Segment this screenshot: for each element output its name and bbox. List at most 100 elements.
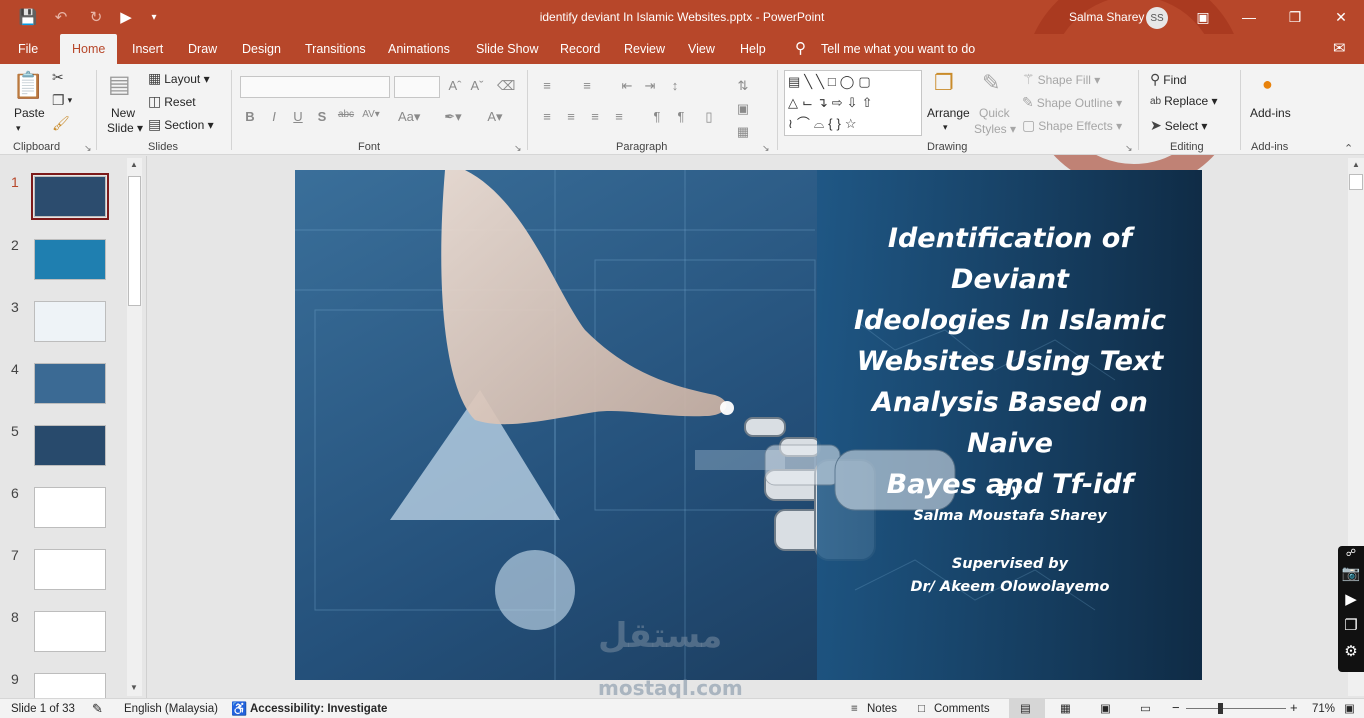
new-slide-button[interactable]: New xyxy=(111,106,135,120)
slide-thumbnail[interactable] xyxy=(34,363,106,404)
bullets-icon[interactable]: ≡ xyxy=(538,78,556,93)
tab-slide-show[interactable]: Slide Show xyxy=(476,34,539,64)
thumbnail-scrollbar[interactable]: ▲ ▼ xyxy=(127,158,142,696)
paragraph-launcher-icon[interactable]: ↘ xyxy=(762,143,770,154)
align-left-icon[interactable]: ≡ xyxy=(538,109,556,124)
paste-icon[interactable]: 📋 xyxy=(12,70,44,101)
italic-icon[interactable]: I xyxy=(265,109,283,124)
underline-icon[interactable]: U xyxy=(289,109,307,124)
zoom-slider-thumb[interactable] xyxy=(1218,703,1223,714)
slide-counter[interactable]: Slide 1 of 33 xyxy=(11,703,75,715)
comments-button[interactable]: Comments xyxy=(934,703,990,715)
tab-home[interactable]: Home xyxy=(60,34,118,64)
link-icon[interactable]: ☍ xyxy=(1338,546,1364,560)
drawing-launcher-icon[interactable]: ↘ xyxy=(1125,143,1133,154)
font-color-icon[interactable]: A▾ xyxy=(486,109,504,125)
replace-button[interactable]: ab Replace ▾ xyxy=(1150,94,1218,108)
slide-thumbnail[interactable] xyxy=(34,611,106,652)
ltr-icon[interactable]: ¶ xyxy=(672,109,690,124)
paste-dropdown-icon[interactable]: ▾ xyxy=(16,123,21,134)
slide-thumbnail[interactable] xyxy=(34,301,106,342)
change-case-icon[interactable]: Aa▾ xyxy=(398,109,420,125)
slide-thumbnail[interactable] xyxy=(34,549,106,590)
smartart-icon[interactable]: ▦ xyxy=(734,124,752,140)
slide-supervisor[interactable]: Dr/ Akeem Olowolayemo xyxy=(825,579,1195,595)
tab-record[interactable]: Record xyxy=(560,34,600,64)
slide-thumbnail[interactable] xyxy=(34,425,106,466)
character-spacing-icon[interactable]: AV▾ xyxy=(362,109,380,120)
font-family-combo[interactable] xyxy=(240,76,390,98)
video-icon[interactable]: ▶ xyxy=(1338,586,1364,612)
copy-icon[interactable]: ❐ ▾ xyxy=(52,92,72,109)
clipboard-launcher-icon[interactable]: ↘ xyxy=(84,143,92,154)
tab-design[interactable]: Design xyxy=(242,34,281,64)
close-icon[interactable]: ✕ xyxy=(1318,0,1364,34)
line-spacing-icon[interactable]: ↕ xyxy=(666,78,684,93)
collapse-ribbon-icon[interactable]: ⌃ xyxy=(1344,142,1353,155)
justify-icon[interactable]: ≡ xyxy=(610,109,628,124)
slide-thumbnail[interactable] xyxy=(31,173,109,220)
columns-icon[interactable]: ▯ xyxy=(700,109,718,125)
accessibility-icon[interactable]: ♿ xyxy=(231,701,247,717)
minimize-icon[interactable]: — xyxy=(1226,0,1272,34)
language-status[interactable]: English (Malaysia) xyxy=(124,703,218,715)
zoom-in-icon[interactable]: + xyxy=(1290,700,1298,715)
slide-title[interactable]: Identification of Deviant Ideologies In I… xyxy=(825,218,1195,505)
clear-formatting-icon[interactable]: ⌫ xyxy=(497,78,515,94)
scroll-thumb[interactable] xyxy=(128,176,141,306)
align-right-icon[interactable]: ≡ xyxy=(586,109,604,124)
align-center-icon[interactable]: ≡ xyxy=(562,109,580,124)
arrange-icon[interactable]: ❐ xyxy=(934,70,954,96)
camera-icon[interactable]: 📷 xyxy=(1338,560,1364,586)
zoom-slider[interactable] xyxy=(1186,708,1286,709)
accessibility-status[interactable]: Accessibility: Investigate xyxy=(250,703,387,715)
notes-button[interactable]: Notes xyxy=(867,703,897,715)
scroll-thumb[interactable] xyxy=(1349,174,1363,190)
decrease-indent-icon[interactable]: ⇤ xyxy=(618,78,636,94)
slide-thumbnail[interactable] xyxy=(34,487,106,528)
arrange-dropdown-icon[interactable]: ▾ xyxy=(943,122,948,133)
increase-indent-icon[interactable]: ⇥ xyxy=(641,78,659,94)
quick-styles-button[interactable]: Quick xyxy=(979,106,1010,120)
reset-button[interactable]: ◫ Reset xyxy=(148,93,196,110)
tab-transitions[interactable]: Transitions xyxy=(305,34,366,64)
find-button[interactable]: ⚲ Find xyxy=(1150,71,1187,88)
layout-button[interactable]: ▦ Layout ▾ xyxy=(148,70,210,87)
shape-fill-button[interactable]: ⚚ Shape Fill ▾ xyxy=(1022,71,1100,88)
shapes-gallery[interactable]: ▤╲╲□◯▢ △⌙↴⇨⇩⇧ ≀⌒⌓{}☆ xyxy=(784,70,922,136)
section-button[interactable]: ▤ Section ▾ xyxy=(148,116,214,133)
reading-view-icon[interactable]: ▣ xyxy=(1100,701,1111,715)
new-slide-icon[interactable]: ▤ xyxy=(108,70,131,99)
scroll-up-icon[interactable]: ▲ xyxy=(1352,160,1360,169)
paste-button[interactable]: Paste xyxy=(14,106,45,120)
tell-me-search[interactable]: Tell me what you want to do xyxy=(821,34,975,64)
tab-animations[interactable]: Animations xyxy=(388,34,450,64)
slide-sorter-icon[interactable]: ▦ xyxy=(1060,701,1071,715)
quick-styles-dropdown[interactable]: Styles ▾ xyxy=(974,122,1016,136)
spell-check-icon[interactable]: ✎ xyxy=(92,701,103,717)
slide-show-view-icon[interactable]: ▭ xyxy=(1140,701,1151,715)
zoom-level[interactable]: 71% xyxy=(1312,703,1335,715)
increase-font-icon[interactable]: Aˆ xyxy=(446,78,464,93)
tab-file[interactable]: File xyxy=(18,34,38,64)
font-launcher-icon[interactable]: ↘ xyxy=(514,143,522,154)
fit-to-window-icon[interactable]: ▣ xyxy=(1344,701,1355,715)
strikethrough-icon[interactable]: abc xyxy=(337,109,355,120)
slide-author[interactable]: Salma Moustafa Sharey xyxy=(825,508,1195,524)
format-painter-icon[interactable]: 🖌 xyxy=(52,115,70,132)
tab-help[interactable]: Help xyxy=(740,34,766,64)
restore-icon[interactable]: ❐ xyxy=(1272,0,1318,34)
text-direction-icon[interactable]: ⇅ xyxy=(734,78,752,94)
numbering-icon[interactable]: ≡ xyxy=(578,78,596,93)
ribbon-display-icon[interactable]: ▣ xyxy=(1180,0,1226,34)
add-ins-button[interactable]: Add-ins xyxy=(1250,106,1291,120)
user-name[interactable]: Salma Sharey xyxy=(1069,10,1144,24)
highlight-icon[interactable]: ✒▾ xyxy=(444,109,462,125)
tab-draw[interactable]: Draw xyxy=(188,34,217,64)
shape-outline-button[interactable]: ✎ Shape Outline ▾ xyxy=(1022,94,1122,111)
decrease-font-icon[interactable]: Aˇ xyxy=(468,78,486,93)
cut-icon[interactable]: ✂ xyxy=(52,69,64,86)
avatar[interactable]: SS xyxy=(1146,7,1168,29)
comments-panel-icon[interactable]: ✉ xyxy=(1333,34,1346,64)
tab-insert[interactable]: Insert xyxy=(132,34,163,64)
